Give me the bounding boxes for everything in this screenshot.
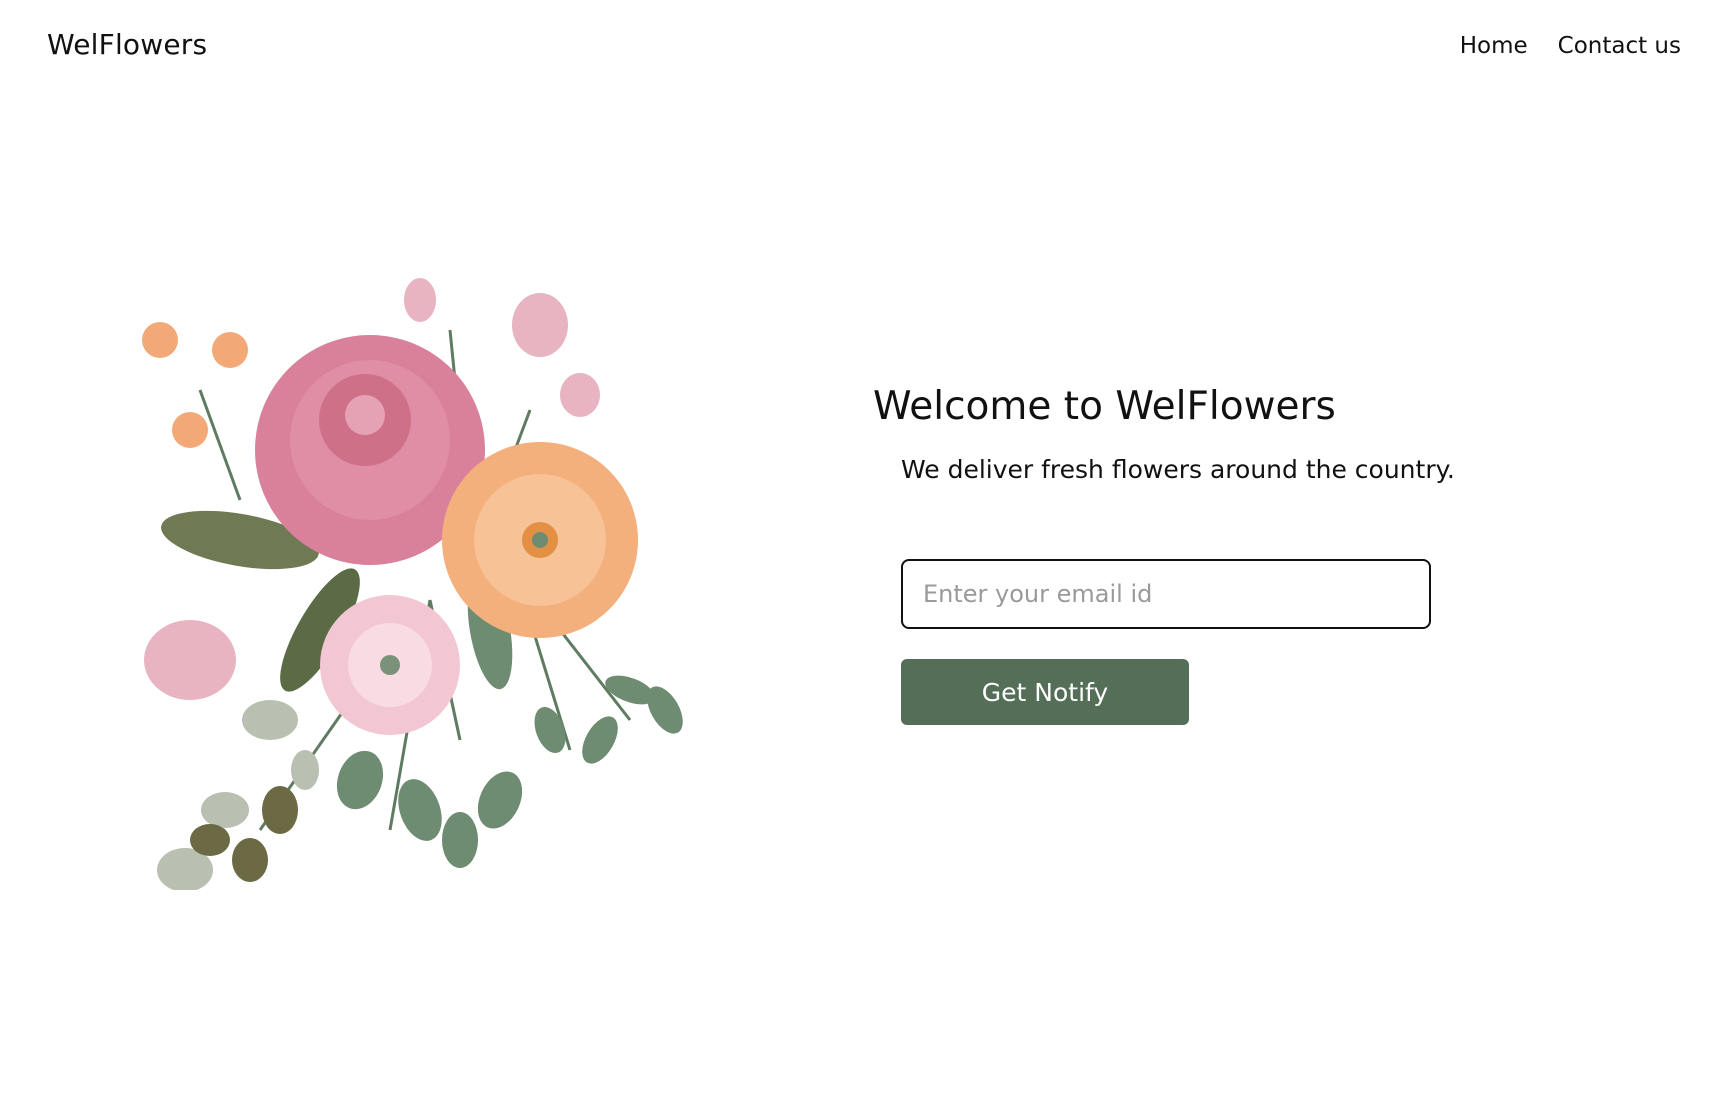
page-title: Welcome to WelFlowers (873, 384, 1336, 429)
nav-link-home[interactable]: Home (1460, 33, 1528, 59)
page: WelFlowers Home Contact us Welcome to We… (0, 0, 1728, 1117)
brand-logo[interactable]: WelFlowers (47, 28, 207, 61)
navbar: WelFlowers Home Contact us (0, 0, 1728, 96)
nav-link-contact[interactable]: Contact us (1558, 33, 1681, 59)
hero-content: Welcome to WelFlowers We deliver fresh f… (873, 384, 1593, 725)
email-input[interactable] (901, 559, 1431, 629)
page-subtitle: We deliver fresh flowers around the coun… (901, 455, 1455, 484)
nav-links: Home Contact us (1460, 33, 1681, 59)
get-notify-button[interactable]: Get Notify (901, 659, 1189, 725)
flower-bouquet-illustration (130, 270, 690, 890)
